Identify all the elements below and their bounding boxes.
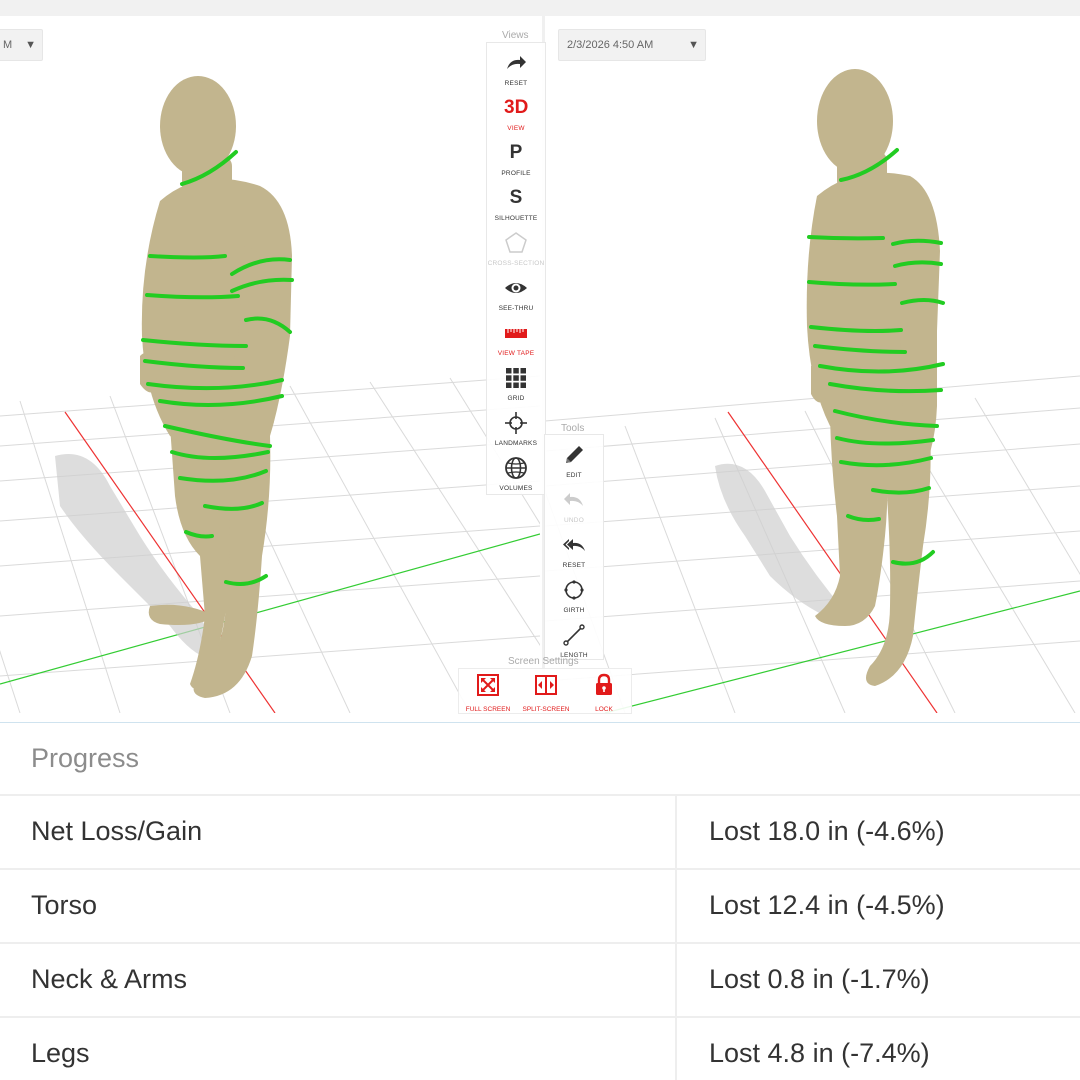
left-date-select[interactable]: M ▼ [0,29,43,61]
row-name: Legs [31,1038,90,1068]
profile-label: PROFILE [501,170,531,177]
cross-section-label: CROSS-SECTION [487,260,545,267]
volumes-button[interactable]: VOLUMES [487,452,545,497]
girth-circle-icon [564,580,584,600]
left-3d-viewer[interactable]: M ▼ [0,16,540,713]
right-3d-viewer[interactable]: 2/3/2026 4:50 AM ▼ [545,16,1080,713]
landmarks-button[interactable]: LANDMARKS [487,407,545,452]
row-value: Lost 18.0 in (-4.6%) [709,816,945,846]
chevron-down-icon: ▼ [688,39,699,51]
undo-arrow-icon [564,493,583,506]
row-name: Net Loss/Gain [31,816,203,846]
row-value: Lost 4.8 in (-7.4%) [709,1038,930,1068]
grid-icon [506,368,526,388]
chevron-down-icon: ▼ [25,39,36,51]
views-panel-title: Views [502,30,529,41]
grid-label: GRID [507,395,525,402]
tape-measure-icon [505,329,527,338]
globe-icon [505,457,527,479]
view-tape-button[interactable]: VIEW TAPE [487,317,545,362]
view-tape-label: VIEW TAPE [497,350,535,357]
progress-title: Progress [31,743,140,773]
crosshair-icon [505,412,527,434]
progress-table: Progress Net Loss/Gain Lost 18.0 in (-4.… [0,722,1080,1080]
y-axis-line [0,533,540,685]
row-name: Neck & Arms [31,964,188,994]
tools-toolbar: EDIT UNDO RESET GIRTH LENGTH [544,434,604,660]
top-bar [0,0,1080,16]
3d-view-button[interactable]: 3D VIEW [487,92,545,137]
grid-button[interactable]: GRID [487,362,545,407]
table-row: Torso Lost 12.4 in (-4.5%) [0,870,1080,944]
screen-settings-title: Screen Settings [508,656,579,667]
3d-view-icon: 3D [504,97,529,118]
redo-arrow-icon [507,56,526,69]
row-name: Torso [31,890,98,920]
table-row: Legs Lost 4.8 in (-7.4%) [0,1018,1080,1080]
lock-button[interactable]: LOCK [575,671,633,715]
see-thru-label: SEE-THRU [498,305,534,312]
tools-reset-button[interactable]: RESET [545,529,603,574]
left-date-value: M [3,39,13,51]
see-thru-button[interactable]: SEE-THRU [487,272,545,317]
view-reset-label: RESET [504,80,528,87]
right-date-select[interactable]: 2/3/2026 4:50 AM ▼ [558,29,706,61]
split-screen-label: SPLIT-SCREEN [522,706,570,713]
tools-reset-label: RESET [562,562,586,569]
right-scene [545,69,1080,713]
eye-icon [505,283,527,293]
silhouette-label: SILHOUETTE [494,215,538,222]
girth-label: GIRTH [563,607,585,614]
right-date-value: 2/3/2026 4:50 AM [567,39,654,51]
undo-button[interactable]: UNDO [545,484,603,529]
lock-icon [596,673,612,695]
3d-view-label: VIEW [507,125,525,132]
silhouette-button[interactable]: S SILHOUETTE [487,182,545,227]
girth-button[interactable]: GIRTH [545,574,603,619]
progress-header: Progress [0,723,1080,796]
view-reset-button[interactable]: RESET [487,47,545,92]
floor-grid [545,375,1080,713]
pentagon-icon [505,232,527,253]
cross-section-button[interactable]: CROSS-SECTION [487,227,545,272]
full-screen-button[interactable]: FULL SCREEN [459,671,517,715]
table-row: Neck & Arms Lost 0.8 in (-1.7%) [0,944,1080,1018]
split-screen-icon [535,675,557,695]
undo-label: UNDO [564,517,584,524]
length-ruler-icon [563,624,585,646]
split-screen-button[interactable]: SPLIT-SCREEN [517,671,575,715]
row-value: Lost 0.8 in (-1.7%) [709,964,930,994]
double-back-arrow-icon [563,539,585,551]
left-scene [0,76,540,713]
full-screen-icon [477,674,499,696]
edit-button[interactable]: EDIT [545,439,603,484]
landmarks-label: LANDMARKS [494,440,538,447]
pencil-icon [566,446,583,463]
volumes-label: VOLUMES [499,485,533,492]
silhouette-icon: S [509,187,523,208]
views-toolbar: RESET 3D VIEW P PROFILE S SILHOUETTE CRO… [486,42,546,495]
lock-label: LOCK [595,706,613,713]
edit-label: EDIT [566,472,582,479]
screen-settings-toolbar: FULL SCREEN SPLIT-SCREEN LOCK [458,668,632,714]
profile-icon: P [509,142,523,163]
tools-panel-title: Tools [561,423,585,434]
full-screen-label: FULL SCREEN [465,706,511,713]
table-row: Net Loss/Gain Lost 18.0 in (-4.6%) [0,796,1080,870]
row-value: Lost 12.4 in (-4.5%) [709,890,945,920]
profile-button[interactable]: P PROFILE [487,137,545,182]
